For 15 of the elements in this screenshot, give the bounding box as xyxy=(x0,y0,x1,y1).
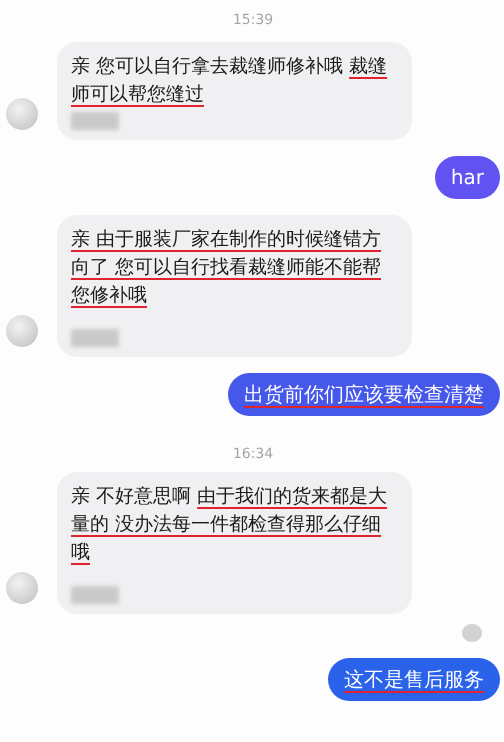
timestamp: 15:39 xyxy=(232,12,274,28)
message-text: 亲 不好意思啊 由于我们的货来都是大量的 没办法每一件都检查得那么仔细哦 xyxy=(71,484,388,565)
message-text: 亲 您可以自行拿去裁缝师修补哦 裁缝师可以帮您缝过 xyxy=(71,54,388,107)
avatar xyxy=(6,315,38,347)
blurred-name xyxy=(71,586,119,604)
avatar xyxy=(6,98,38,130)
read-avatar xyxy=(462,624,482,642)
blurred-name xyxy=(71,329,119,347)
message-bubble: 出货前你们应该要检查清楚 xyxy=(228,373,500,416)
message-text: 亲 由于服装厂家在制作的时候缝错方向了 您可以自行找看裁缝师能不能帮您修补哦 xyxy=(71,227,382,308)
message-bubble: 这不是售后服务 xyxy=(328,658,500,701)
avatar xyxy=(6,572,38,604)
timestamp: 16:34 xyxy=(232,446,274,462)
blurred-name xyxy=(71,112,119,130)
message-bubble: har xyxy=(434,156,500,199)
